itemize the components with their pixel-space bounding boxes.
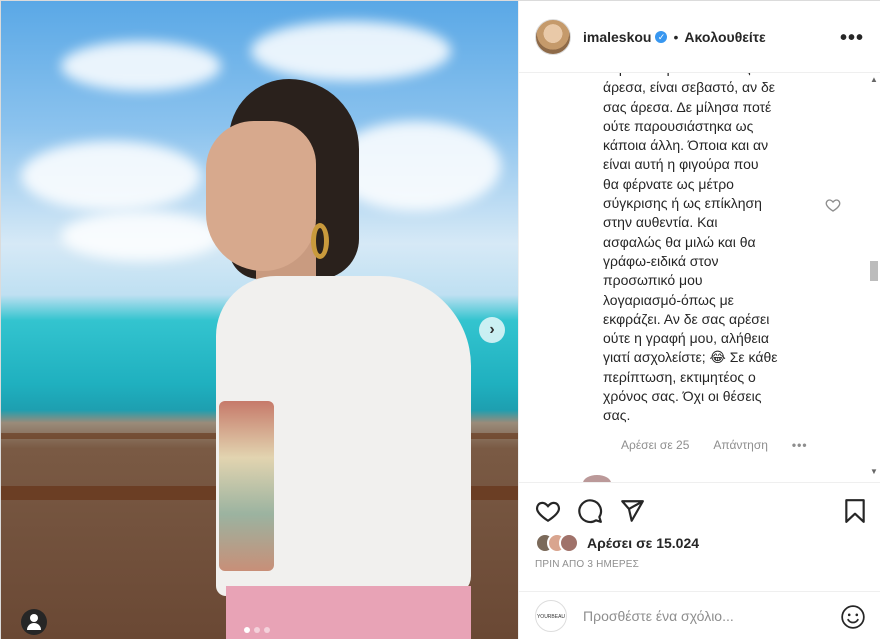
caption-line: προσωπικό μου xyxy=(603,272,703,289)
reply-button[interactable]: Απάντηση xyxy=(713,438,768,452)
caption-line: σας άρεσα. Δε μίλησα ποτέ xyxy=(603,98,772,115)
scroll-up-arrow-icon[interactable]: ▲ xyxy=(870,75,878,84)
separator: • xyxy=(673,28,679,45)
avatar[interactable] xyxy=(535,18,571,55)
earring xyxy=(311,223,329,259)
carousel-dot xyxy=(264,627,270,633)
bookmark-icon[interactable] xyxy=(842,498,868,524)
carousel-dot xyxy=(244,627,250,633)
post-side-panel: imaleskou ✓ • Ακολουθείτε ••• περισσότερ… xyxy=(518,1,880,639)
add-comment-bar: YOURBEAU xyxy=(519,591,880,639)
caption-line: σύγκρισης ή ως επίκληση xyxy=(603,195,762,212)
more-options-icon[interactable]: ••• xyxy=(840,27,864,50)
caption-line: εκφράζει. Αν δε σας αρέσει xyxy=(603,310,770,327)
cloud xyxy=(21,141,201,211)
caption-text: περισσότερο και αν σαςάρεσα, είναι σεβασ… xyxy=(603,73,823,426)
caption-line: είναι αυτή η φιγούρα που xyxy=(603,156,759,173)
caption-line: χρόνος σας. Όχι οι θέσεις xyxy=(603,388,762,405)
comment-input[interactable] xyxy=(583,608,813,624)
liker-avatar[interactable] xyxy=(559,533,579,553)
following-button[interactable]: Ακολουθείτε xyxy=(684,29,765,45)
comment-bubble-icon[interactable] xyxy=(577,498,603,524)
chevron-right-icon[interactable]: › xyxy=(479,317,505,343)
likes-count[interactable]: Αρέσει σε 15.024 xyxy=(587,535,699,551)
scrollbar[interactable]: ▲ ▼ xyxy=(868,73,880,482)
cloud xyxy=(61,41,221,91)
paper-plane-icon[interactable] xyxy=(619,498,645,524)
avatar: YOURBEAU xyxy=(535,600,567,632)
next-comment-avatar[interactable] xyxy=(583,475,611,482)
smiley-icon[interactable] xyxy=(840,604,866,630)
person-face xyxy=(206,121,316,271)
comment-more-icon[interactable]: ••• xyxy=(792,438,808,452)
carousel-dot xyxy=(254,627,260,633)
username-link[interactable]: imaleskou xyxy=(583,29,651,45)
tshirt-print xyxy=(219,401,274,571)
carousel-dots xyxy=(244,627,270,633)
caption-line: λογαριασμό-όπως με xyxy=(603,291,734,308)
verified-badge-icon: ✓ xyxy=(655,30,668,43)
comment-like-heart-icon[interactable] xyxy=(825,197,841,213)
caption-line: σας. xyxy=(603,407,631,424)
instagram-post: › imaleskou ✓ • Ακολουθείτε ••• περισσότ… xyxy=(0,0,880,639)
caption-line: στην αυθεντία. Και xyxy=(603,214,718,231)
caption-line: περίπτωση, εκτιμητέος ο xyxy=(603,368,756,385)
heart-icon[interactable] xyxy=(535,498,561,524)
caption-line: γράφω-ειδικά στον xyxy=(603,252,719,269)
post-timestamp[interactable]: ΠΡΙΝ ΑΠΟ 3 ΗΜΕΡΕΣ xyxy=(535,559,639,570)
scrollbar-thumb[interactable] xyxy=(870,261,878,281)
post-actions xyxy=(519,495,880,529)
caption-line: ούτε η γραφή μου, αλήθεια xyxy=(603,330,769,347)
cloud xyxy=(251,21,451,81)
caption-line: γιατί ασχολείστε; 😂 Σε κάθε xyxy=(603,349,778,366)
likes-row: Αρέσει σε 15.024 xyxy=(535,533,699,553)
cloud xyxy=(61,211,221,261)
caption-line: ούτε παρουσιάστηκα ως xyxy=(603,117,754,134)
tagged-user-icon[interactable] xyxy=(21,609,47,635)
caption-line: ασφαλώς θα μιλώ και θα xyxy=(603,233,756,250)
scroll-down-arrow-icon[interactable]: ▼ xyxy=(870,467,878,476)
post-photo[interactable]: › xyxy=(1,1,518,639)
caption-line: κάποια άλλη. Όποια και αν xyxy=(603,137,769,154)
comment-meta: Αρέσει σε 25 Απάντηση ••• xyxy=(621,438,808,452)
comments-scroll-area[interactable]: περισσότερο και αν σαςάρεσα, είναι σεβασ… xyxy=(519,73,880,483)
caption-line: θα φέρνατε ως μέτρο xyxy=(603,175,734,192)
post-header: imaleskou ✓ • Ακολουθείτε ••• xyxy=(519,1,880,73)
comment-likes-count[interactable]: Αρέσει σε 25 xyxy=(621,438,689,452)
caption-line: άρεσα, είναι σεβαστό, αν δε xyxy=(603,79,776,96)
